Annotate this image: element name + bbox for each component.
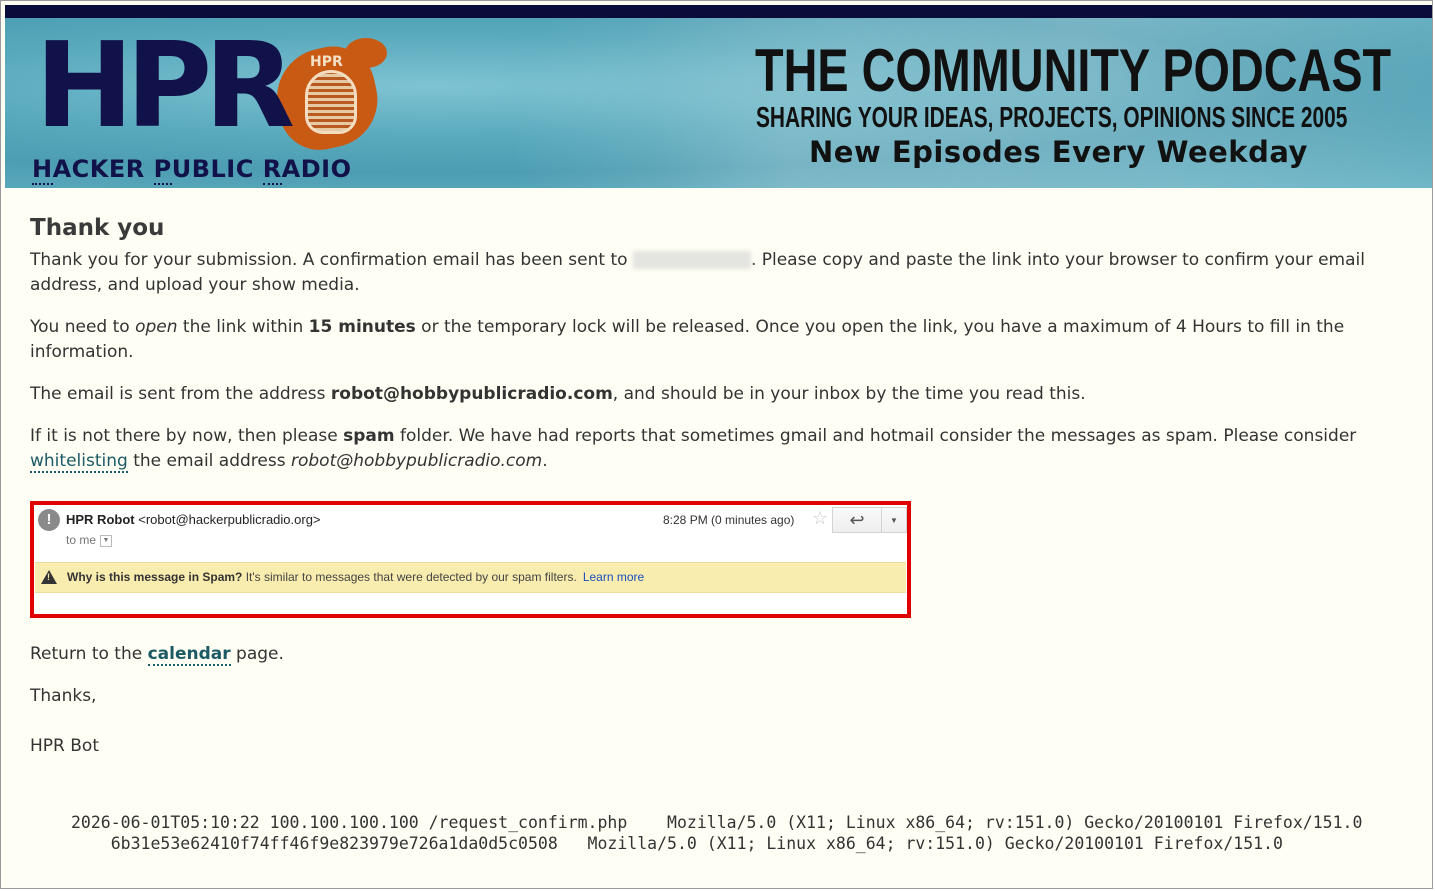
spam-warning-text: Why is this message in Spam? It's simila… [67,563,644,592]
more-options-icon: ▼ [881,507,907,533]
reply-icon: ↩ [832,507,882,533]
email-recipient: to me ▼ [66,533,113,547]
calendar-link[interactable]: calendar [147,644,231,666]
page-title: Thank you [30,215,165,241]
site-name-part: ACKER [52,155,154,183]
tagline-schedule: New Episodes Every Weekday [809,135,1308,169]
sender-address: <robot@hackerpublicradio.org> [134,512,321,527]
request-log-footer: 2026-06-01T05:10:22 100.100.100.100 /req… [71,812,1362,854]
alert-icon: ! [38,509,60,531]
text: , and should be in your inbox by the tim… [612,384,1086,404]
text: page. [230,644,284,664]
footer-line-2: 6b31e53e62410f74ff46f9e823979e726a1da0d5… [71,834,1283,853]
site-header-banner: HPR HPR HACKER PUBLIC RADIO THE COMMUNIT… [5,18,1432,188]
top-bar [5,5,1432,18]
abbr-r: R [262,155,282,185]
emphasis-open: open [135,317,178,337]
text: folder. We have had reports that sometim… [394,426,1357,446]
page-frame: HPR HPR HACKER PUBLIC RADIO THE COMMUNIT… [0,0,1433,889]
return-section: Return to the calendar page. Thanks, [30,642,284,726]
time-limit-paragraph: You need to open the link within 15 minu… [30,315,1400,365]
email-time: 8:28 PM (0 minutes ago) [663,513,795,527]
signature: HPR Bot [30,736,99,756]
sender-email: robot@hobbypublicradio.com [330,384,613,404]
whitelist-email: robot@hobbypublicradio.com [290,451,543,471]
site-name-part: ADIO [281,155,352,183]
warning-icon [41,570,57,584]
thanks-line: Thanks, [30,686,97,706]
redacted-email [632,251,751,269]
microphone-icon [305,70,357,134]
main-content: Thank you Thank you for your submission.… [30,208,1400,491]
tagline-sub: SHARING YOUR IDEAS, PROJECTS, OPINIONS S… [756,102,1348,134]
emphasis-spam: spam [343,426,395,446]
email-sender: HPR Robot <robot@hackerpublicradio.org> [66,512,321,527]
confirmation-paragraph: Thank you for your submission. A confirm… [30,248,1400,298]
mic-label: HPR [310,54,343,70]
text: Thank you for your submission. A confirm… [30,250,633,270]
warning-detail: It's similar to messages that were detec… [242,570,577,584]
text: the link within [177,317,309,337]
logo-splash-drop [345,38,387,68]
site-name-part: UBLIC [171,155,263,183]
star-icon: ☆ [812,508,829,528]
return-paragraph: Return to the calendar page. [30,642,284,667]
abbr-p: P [153,155,172,185]
site-name[interactable]: HACKER PUBLIC RADIO [32,155,352,185]
text: You need to [30,317,136,337]
footer-line-1: 2026-06-01T05:10:22 100.100.100.100 /req… [71,813,1363,832]
whitelisting-link[interactable]: whitelisting [30,451,128,473]
sender-paragraph: The email is sent from the address robot… [30,382,1400,407]
spam-paragraph: If it is not there by now, then please s… [30,424,1400,474]
spam-example-screenshot: ! HPR Robot <robot@hackerpublicradio.org… [30,501,911,618]
text: Return to the [30,644,148,664]
abbr-h: H [32,155,53,185]
tagline-main: THE COMMUNITY PODCAST [755,37,1392,104]
site-logo[interactable]: HPR [35,26,295,144]
text: The email is sent from the address [30,384,331,404]
emphasis-minutes: 15 minutes [308,317,416,337]
to-me-label: to me [66,533,97,547]
spam-warning-bar: Why is this message in Spam? It's simila… [35,562,906,593]
sender-name: HPR Robot [66,512,135,527]
learn-more-link: Learn more [582,570,645,584]
text: . [542,451,548,471]
chevron-down-icon: ▼ [100,534,113,547]
warning-question: Why is this message in Spam? [67,570,243,584]
text: the email address [127,451,291,471]
text: If it is not there by now, then please [30,426,344,446]
